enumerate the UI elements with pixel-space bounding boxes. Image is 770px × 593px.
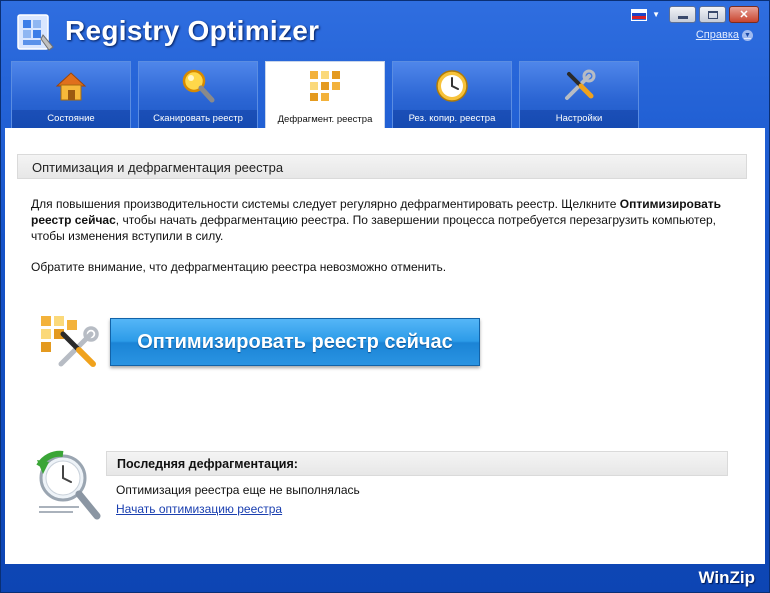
home-icon [55,72,87,101]
winzip-brand: WinZip [698,568,756,587]
language-flag-icon[interactable] [631,8,648,21]
defrag-blocks-icon [310,71,340,101]
bottom-bar: WinZip [1,564,769,592]
chevron-down-icon[interactable]: ▼ [652,10,660,19]
tab-scan[interactable]: Сканировать реестр [138,61,258,128]
minimize-button[interactable] [669,6,696,23]
start-optimization-link[interactable]: Начать оптимизацию реестра [116,502,282,516]
app-window: Registry Optimizer ▼ ✕ Справка ▼ Состоян… [0,0,770,593]
last-defrag-header: Последняя дефрагментация: [106,451,728,476]
tools-icon [565,69,596,100]
maximize-button[interactable] [699,6,726,23]
content-panel: Оптимизация и дефрагментация реестра Для… [5,128,765,564]
registry-cube-logo-icon [17,14,54,51]
window-controls: ▼ ✕ [631,6,759,23]
intro-text: Для повышения производительности системы… [31,197,620,211]
section-header: Оптимизация и дефрагментация реестра [17,154,747,179]
intro-text-end: , чтобы начать дефрагментацию реестра. П… [31,213,717,243]
app-title: Registry Optimizer [65,15,320,46]
close-button[interactable]: ✕ [729,6,759,23]
defrag-tools-icon [41,316,99,367]
tab-label: Рез. копир. реестра [393,110,511,128]
magnifier-icon [182,69,215,103]
help-link[interactable]: Справка ▼ [696,29,753,41]
tab-settings[interactable]: Настройки [519,61,639,128]
tab-defrag[interactable]: Дефрагмент. реестра [265,61,385,129]
tab-label: Дефрагмент. реестра [277,114,373,125]
warning-note: Обратите внимание, что дефрагментацию ре… [31,260,447,274]
tab-bar: Состояние Сканировать реестр Дефрагмент. [11,61,639,129]
tab-label: Настройки [520,110,638,128]
chevron-down-icon[interactable]: ▼ [742,29,753,41]
tab-label: Состояние [12,110,130,128]
clock-backup-icon [436,70,468,102]
help-label[interactable]: Справка [696,29,739,41]
optimize-now-button[interactable]: Оптимизировать реестр сейчас [110,318,480,366]
last-defrag-status: Оптимизация реестра еще не выполнялась [116,483,360,497]
last-defrag-title: Последняя дефрагментация: [117,457,298,471]
magnifier-clock-icon [36,450,101,520]
tab-backup[interactable]: Рез. копир. реестра [392,61,512,128]
title-bar: Registry Optimizer ▼ ✕ Справка ▼ [1,1,769,59]
section-title: Оптимизация и дефрагментация реестра [32,160,284,175]
tab-status[interactable]: Состояние [11,61,131,128]
intro-paragraph: Для повышения производительности системы… [31,196,751,244]
tab-label: Сканировать реестр [139,110,257,128]
